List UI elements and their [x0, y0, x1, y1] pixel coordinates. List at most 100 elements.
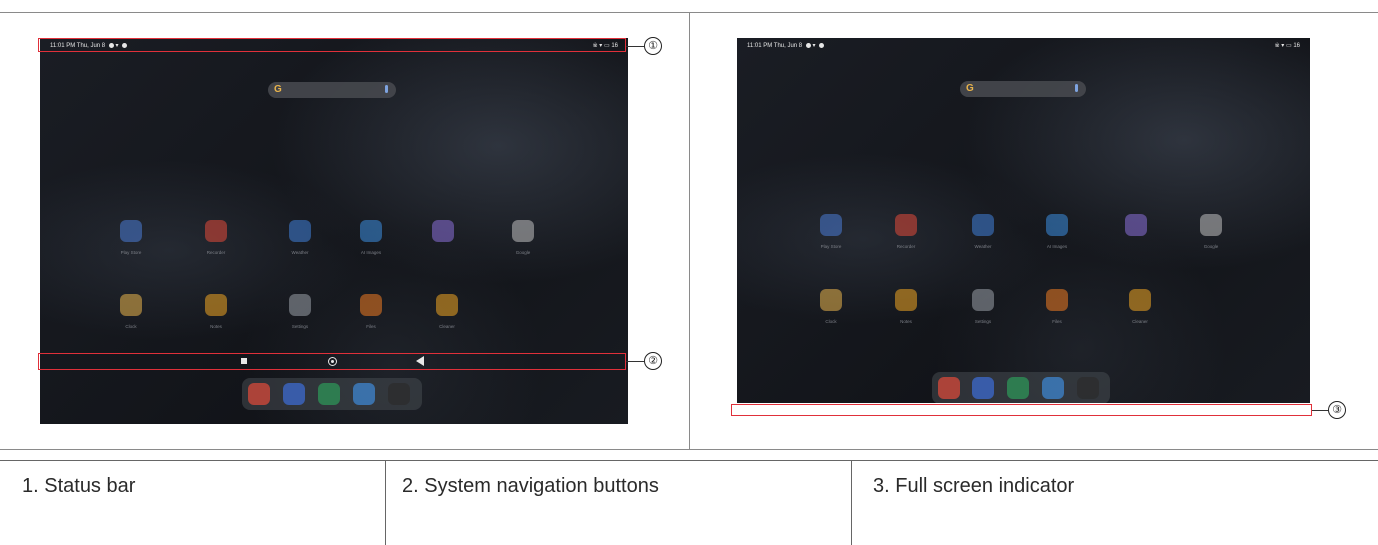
app-clock[interactable]: Clock — [811, 289, 851, 324]
play-store-icon — [120, 220, 142, 242]
messages-icon[interactable] — [972, 377, 994, 399]
settings-icon — [972, 289, 994, 311]
app-cleaner[interactable]: Cleaner — [1120, 289, 1160, 324]
caption-status-bar: 1. Status bar — [22, 475, 136, 497]
search-bar[interactable]: G — [268, 82, 396, 98]
app-label: Google — [515, 250, 531, 255]
full-screen-indicator-highlight — [731, 404, 1312, 416]
battery-level: 16 — [1293, 43, 1300, 49]
chrome-icon[interactable] — [248, 383, 270, 405]
caption-top-rule — [0, 460, 1378, 461]
app-gallery[interactable] — [1116, 214, 1156, 236]
google-logo-icon: G — [966, 83, 974, 94]
google-app-icon — [512, 220, 534, 242]
ai-images-icon — [1046, 214, 1068, 236]
play-store-icon — [820, 214, 842, 236]
app-play-store[interactable]: Play Store — [111, 220, 151, 255]
column-divider — [689, 12, 690, 450]
app-ai-images[interactable]: AI Images — [1037, 214, 1077, 249]
callout-leader — [626, 46, 644, 47]
callout-leader — [626, 361, 644, 362]
recorder-icon — [895, 214, 917, 236]
app-play-store[interactable]: Play Store — [811, 214, 851, 249]
files-icon — [1046, 289, 1068, 311]
clock-icon — [820, 289, 842, 311]
app-label: Notes — [210, 324, 222, 329]
bluetooth-icon: ※ — [1274, 43, 1280, 49]
settings-icon — [289, 294, 311, 316]
camera-icon[interactable] — [1077, 377, 1099, 399]
tablet-screen-full-screen: 11:01 PM Thu, Jun 8 ▾ ※ ▾ ▭ 16 G Play St… — [737, 38, 1310, 403]
app-label: Recorder — [206, 250, 226, 255]
app-files[interactable]: Files — [351, 294, 391, 329]
wifi-icon: ▾ — [812, 43, 816, 49]
app-label: Weather — [974, 244, 992, 249]
cleaner-icon — [1129, 289, 1151, 311]
search-bar[interactable]: G — [960, 81, 1086, 97]
callout-leader — [1312, 410, 1328, 411]
clock-icon — [120, 294, 142, 316]
play-store-icon[interactable] — [353, 383, 375, 405]
app-label: Recorder — [896, 244, 916, 249]
gallery-icon — [432, 220, 454, 242]
app-label: Play Store — [820, 244, 842, 249]
camera-icon[interactable] — [388, 383, 410, 405]
mid-rule — [0, 449, 1378, 450]
app-weather[interactable]: Weather — [963, 214, 1003, 249]
chrome-icon[interactable] — [938, 377, 960, 399]
app-google[interactable]: Google — [503, 220, 543, 255]
google-logo-icon: G — [274, 84, 282, 95]
contacts-icon[interactable] — [1007, 377, 1029, 399]
app-dock — [242, 378, 422, 410]
app-label: AI Images — [360, 250, 382, 255]
files-icon — [360, 294, 382, 316]
app-clock[interactable]: Clock — [111, 294, 151, 329]
app-label: Settings — [291, 324, 309, 329]
contacts-icon[interactable] — [318, 383, 340, 405]
app-ai-images[interactable]: AI Images — [351, 220, 391, 255]
app-cleaner[interactable]: Cleaner — [427, 294, 467, 329]
play-store-icon[interactable] — [1042, 377, 1064, 399]
app-dock — [932, 372, 1110, 403]
app-recorder[interactable]: Recorder — [886, 214, 926, 249]
app-settings[interactable]: Settings — [280, 294, 320, 329]
app-label: Google — [1203, 244, 1219, 249]
weather-icon — [289, 220, 311, 242]
battery-icon: ▭ — [1285, 43, 1292, 49]
app-weather[interactable]: Weather — [280, 220, 320, 255]
app-recorder[interactable]: Recorder — [196, 220, 236, 255]
weather-icon — [972, 214, 994, 236]
ai-images-icon — [360, 220, 382, 242]
app-files[interactable]: Files — [1037, 289, 1077, 324]
caption-divider-1 — [385, 460, 386, 545]
caption-navigation-buttons: 2. System navigation buttons — [402, 475, 659, 497]
caption-divider-2 — [851, 460, 852, 545]
app-google[interactable]: Google — [1191, 214, 1231, 249]
app-label: Files — [1052, 319, 1062, 324]
app-label: Files — [366, 324, 376, 329]
app-gallery[interactable] — [423, 220, 463, 242]
app-label: Clock — [125, 324, 137, 329]
mic-icon — [1075, 84, 1078, 92]
google-app-icon — [1200, 214, 1222, 236]
notification-dot-icon — [805, 42, 811, 48]
app-label: Clock — [825, 319, 837, 324]
app-label: Weather — [291, 250, 309, 255]
status-time: 11:01 PM Thu, Jun 8 — [747, 43, 803, 49]
app-label: AI Images — [1046, 244, 1068, 249]
app-label: Play Store — [120, 250, 142, 255]
notes-icon — [205, 294, 227, 316]
app-label: Cleaner — [1132, 319, 1148, 324]
cleaner-icon — [436, 294, 458, 316]
messages-icon[interactable] — [283, 383, 305, 405]
notification-dot-icon — [819, 42, 825, 48]
app-notes[interactable]: Notes — [886, 289, 926, 324]
app-settings[interactable]: Settings — [963, 289, 1003, 324]
navigation-buttons-highlight — [38, 353, 626, 370]
status-bar-highlight — [38, 38, 626, 52]
callout-3: ③ — [1328, 401, 1346, 419]
app-label: Cleaner — [439, 324, 455, 329]
app-label: Notes — [900, 319, 912, 324]
app-label: Settings — [974, 319, 992, 324]
app-notes[interactable]: Notes — [196, 294, 236, 329]
